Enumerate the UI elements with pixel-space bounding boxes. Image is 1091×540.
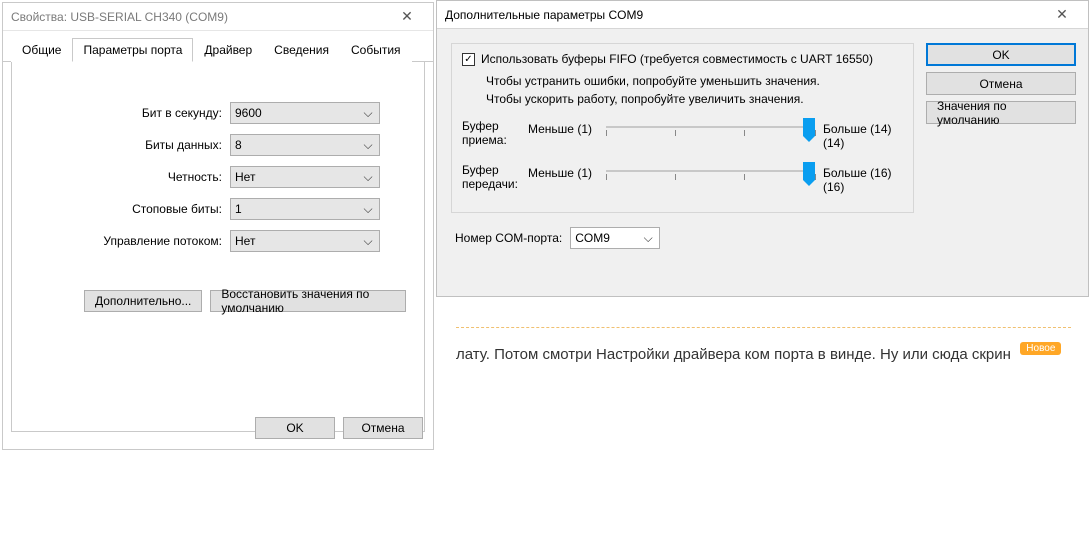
tab-general[interactable]: Общие [11, 38, 72, 62]
properties-dialog: Свойства: USB-SERIAL CH340 (COM9) ✕ Общи… [2, 2, 434, 450]
parity-combo[interactable]: Нет ⌵ [230, 166, 380, 188]
advanced-dialog: Дополнительные параметры COM9 ✕ ✓ Исполь… [436, 0, 1089, 297]
tx-slider[interactable] [606, 164, 815, 188]
flow-control-combo[interactable]: Нет ⌵ [230, 230, 380, 252]
tab-events[interactable]: События [340, 38, 412, 62]
rx-max-label: Больше (14) (14) [823, 120, 903, 150]
baud-label: Бит в секунду: [30, 106, 230, 120]
new-badge: Новое [1020, 342, 1061, 355]
flow-control-label: Управление потоком: [30, 234, 230, 248]
tx-max-label: Больше (16) (16) [823, 164, 903, 194]
parity-label: Четность: [30, 170, 230, 184]
close-icon[interactable]: ✕ [387, 4, 427, 30]
fifo-group: ✓ Использовать буферы FIFO (требуется со… [451, 43, 914, 213]
tab-details[interactable]: Сведения [263, 38, 340, 62]
rx-buffer-label: Буфер приема: [462, 120, 520, 148]
parity-value: Нет [235, 170, 361, 184]
tab-panel: Бит в секунду: 9600 ⌵ Биты данных: 8 ⌵ Ч… [11, 62, 425, 432]
ok-button[interactable]: OK [926, 43, 1076, 66]
page-text: лату. Потом смотри Настройки драйвера ко… [456, 346, 1011, 363]
stop-bits-label: Стоповые биты: [30, 202, 230, 216]
rx-min-label: Меньше (1) [528, 120, 598, 136]
tx-min-label: Меньше (1) [528, 164, 598, 180]
chevron-down-icon: ⌵ [361, 234, 375, 249]
rx-slider[interactable] [606, 120, 815, 144]
baud-combo[interactable]: 9600 ⌵ [230, 102, 380, 124]
cancel-button[interactable]: Отмена [343, 417, 423, 439]
tab-port-settings[interactable]: Параметры порта [72, 38, 193, 62]
hint-increase: Чтобы ускорить работу, попробуйте увелич… [486, 92, 903, 106]
cancel-button[interactable]: Отмена [926, 72, 1076, 95]
stop-bits-value: 1 [235, 202, 361, 216]
window-title: Свойства: USB-SERIAL CH340 (COM9) [11, 10, 228, 24]
tx-buffer-label: Буфер передачи: [462, 164, 520, 192]
ok-button[interactable]: OK [255, 417, 335, 439]
use-fifo-label: Использовать буферы FIFO (требуется совм… [481, 52, 873, 66]
titlebar[interactable]: Дополнительные параметры COM9 ✕ [437, 1, 1088, 29]
com-port-value: COM9 [575, 231, 641, 245]
tab-strip: Общие Параметры порта Драйвер Сведения С… [3, 31, 433, 62]
rx-slider-thumb[interactable] [803, 118, 815, 136]
baud-value: 9600 [235, 106, 361, 120]
chevron-down-icon: ⌵ [361, 138, 375, 153]
titlebar[interactable]: Свойства: USB-SERIAL CH340 (COM9) ✕ [3, 3, 433, 31]
data-bits-label: Биты данных: [30, 138, 230, 152]
close-icon[interactable]: ✕ [1042, 2, 1082, 28]
advanced-button[interactable]: Дополнительно... [84, 290, 202, 312]
stop-bits-combo[interactable]: 1 ⌵ [230, 198, 380, 220]
use-fifo-checkbox[interactable]: ✓ [462, 53, 475, 66]
divider [456, 327, 1071, 328]
defaults-button[interactable]: Значения по умолчанию [926, 101, 1076, 124]
com-port-label: Номер COM-порта: [455, 231, 562, 245]
tab-driver[interactable]: Драйвер [193, 38, 263, 62]
chevron-down-icon: ⌵ [361, 170, 375, 185]
hint-reduce: Чтобы устранить ошибки, попробуйте умень… [486, 74, 903, 88]
data-bits-combo[interactable]: 8 ⌵ [230, 134, 380, 156]
flow-control-value: Нет [235, 234, 361, 248]
chevron-down-icon: ⌵ [641, 231, 655, 246]
data-bits-value: 8 [235, 138, 361, 152]
tx-slider-thumb[interactable] [803, 162, 815, 180]
chevron-down-icon: ⌵ [361, 202, 375, 217]
chevron-down-icon: ⌵ [361, 106, 375, 121]
window-title: Дополнительные параметры COM9 [445, 8, 643, 22]
restore-defaults-button[interactable]: Восстановить значения по умолчанию [210, 290, 406, 312]
com-port-combo[interactable]: COM9 ⌵ [570, 227, 660, 249]
